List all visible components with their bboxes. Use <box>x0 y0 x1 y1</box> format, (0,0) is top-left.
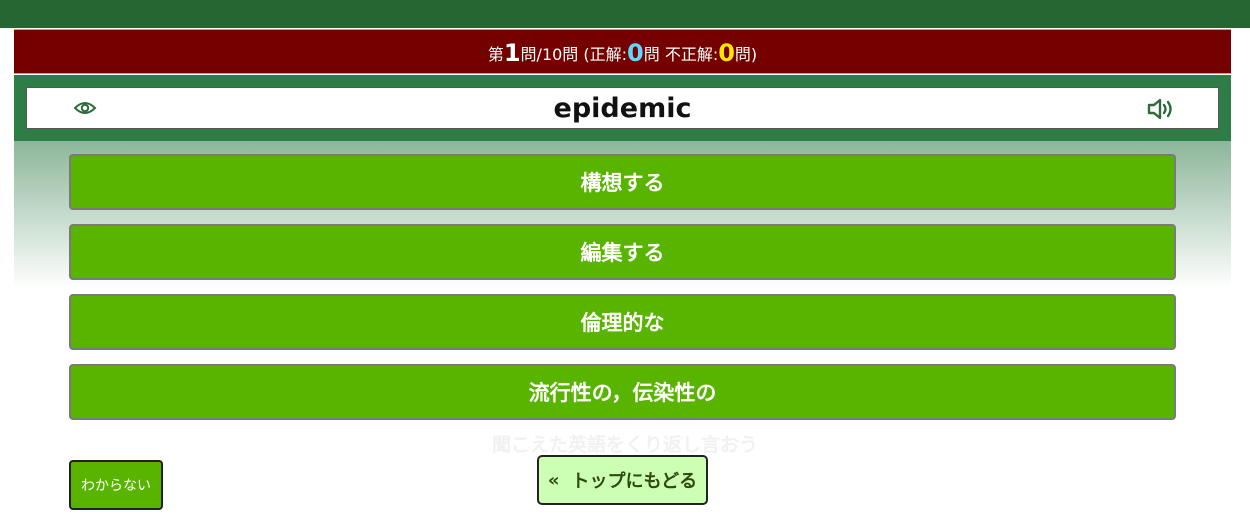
choice-button-1[interactable]: 構想する <box>69 154 1176 210</box>
back-to-top-button[interactable]: « トップにもどる <box>537 455 708 505</box>
choice-button-2[interactable]: 編集する <box>69 224 1176 280</box>
status-total-text: 問/10問 (正解: <box>520 44 628 64</box>
dont-know-button[interactable]: わからない <box>69 460 163 510</box>
status-suffix: 問) <box>734 44 758 64</box>
question-word-box: epidemic <box>26 87 1219 129</box>
double-chevron-left-icon: « <box>547 469 560 491</box>
question-word: epidemic <box>553 92 692 124</box>
repeat-hint-text: 聞こえた英語をくり返し言おう <box>491 434 758 456</box>
eye-icon[interactable] <box>73 97 97 119</box>
incorrect-count: 0 <box>718 38 735 67</box>
top-bar <box>0 0 1250 28</box>
correct-count: 0 <box>627 38 644 67</box>
back-to-top-label: トップにもどる <box>571 471 698 492</box>
current-question-number: 1 <box>503 38 521 67</box>
choice-button-3[interactable]: 倫理的な <box>69 294 1176 350</box>
status-prefix: 第 <box>487 44 504 64</box>
choice-button-4[interactable]: 流行性の，伝染性の <box>69 364 1176 420</box>
speaker-icon[interactable] <box>1146 96 1176 122</box>
score-status-bar: 第 1 問/10問 (正解: 0 問 不正解: 0 問) <box>14 29 1231 74</box>
status-mid-text: 問 不正解: <box>643 44 719 64</box>
